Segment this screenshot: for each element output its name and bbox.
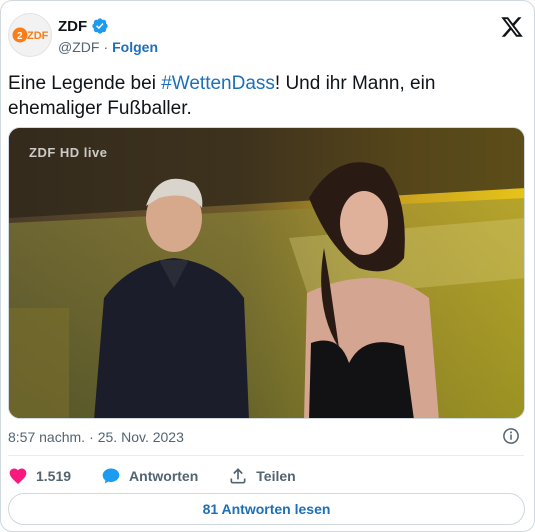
like-count: 1.519 bbox=[36, 468, 72, 484]
read-replies-button[interactable]: 81 Antworten lesen bbox=[8, 493, 525, 525]
broadcast-bug: ZDF HD live bbox=[29, 145, 108, 160]
divider bbox=[8, 455, 524, 456]
tweet-text: Eine Legende bei #WettenDass! Und ihr Ma… bbox=[8, 71, 488, 121]
share-upload-icon bbox=[230, 468, 246, 484]
timestamp-separator: · bbox=[89, 429, 94, 445]
action-bar: 1.519 Antworten Teilen bbox=[8, 465, 326, 487]
svg-text:2: 2 bbox=[17, 31, 23, 42]
like-button[interactable]: 1.519 bbox=[8, 466, 71, 486]
verified-badge-icon bbox=[92, 18, 108, 34]
follow-button[interactable]: Folgen bbox=[112, 39, 158, 55]
handle-row: @ZDF · Folgen bbox=[58, 39, 158, 55]
author-name[interactable]: ZDF bbox=[58, 18, 87, 35]
heart-icon bbox=[9, 468, 27, 485]
x-logo-icon[interactable] bbox=[500, 15, 524, 39]
tweet-text-before: Eine Legende bei bbox=[8, 73, 162, 94]
info-icon[interactable] bbox=[502, 427, 520, 445]
author-name-row: ZDF bbox=[58, 17, 109, 35]
author-handle[interactable]: @ZDF bbox=[58, 39, 99, 55]
tweet-card: 2 ZDF ZDF @ZDF · Folgen Eine Legende bei… bbox=[0, 0, 535, 532]
share-button[interactable]: Teilen bbox=[228, 466, 296, 486]
tweet-timestamp[interactable]: 8:57 nachm. · 25. Nov. 2023 bbox=[8, 429, 184, 445]
tweet-media-image[interactable]: ZDF HD live bbox=[8, 127, 525, 419]
speech-bubble-icon bbox=[102, 468, 120, 484]
tweet-time: 8:57 nachm. bbox=[8, 429, 86, 445]
share-label: Teilen bbox=[256, 468, 296, 484]
reply-button[interactable]: Antworten bbox=[101, 466, 198, 486]
tweet-date: 25. Nov. 2023 bbox=[97, 429, 184, 445]
media-scene bbox=[9, 128, 524, 418]
reply-label: Antworten bbox=[129, 468, 199, 484]
avatar[interactable]: 2 ZDF bbox=[8, 13, 52, 57]
handle-separator: · bbox=[103, 39, 109, 55]
zdf-logo-icon: 2 ZDF bbox=[12, 27, 48, 43]
hashtag-link[interactable]: #WettenDass bbox=[161, 73, 275, 94]
avatar-text: ZDF bbox=[27, 30, 48, 42]
